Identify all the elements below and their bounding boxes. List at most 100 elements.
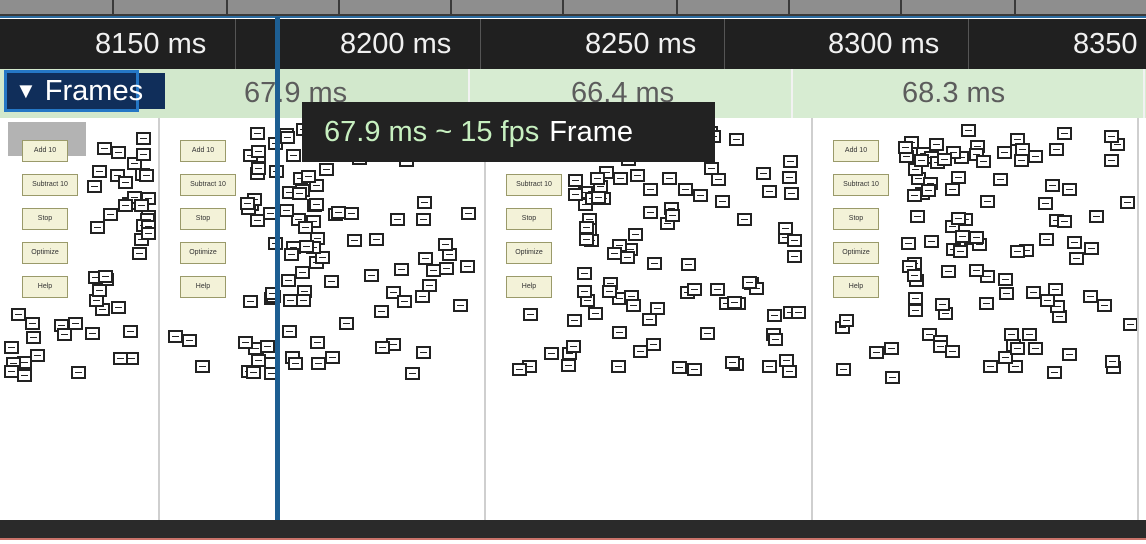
terminal-window-icon (85, 326, 101, 340)
terminal-window-icon (1061, 182, 1077, 196)
terminal-window-icon (309, 197, 325, 211)
terminal-window-icon (566, 313, 582, 327)
terminal-window-icon (111, 145, 127, 159)
terminal-window-icon (665, 208, 681, 222)
terminal-window-icon (914, 154, 930, 168)
terminal-window-icon (590, 190, 606, 204)
terminal-window-icon (416, 346, 432, 360)
terminal-window-icon (566, 340, 582, 354)
terminal-window-icon (122, 324, 138, 338)
terminal-window-icon (671, 361, 687, 375)
terminal-window-icon (1068, 251, 1084, 265)
terminal-window-icon (292, 186, 308, 200)
terminal-window-icon (324, 274, 340, 288)
terminal-window-icon (1010, 341, 1026, 355)
terminal-window-icon (898, 140, 914, 154)
triangle-down-icon: ▼ (15, 78, 37, 103)
terminal-window-icon (1025, 285, 1041, 299)
terminal-window-icon (907, 188, 923, 202)
frame-duration: 68.3 ms (902, 77, 1006, 109)
terminal-window-icon (681, 258, 697, 272)
bottom-scrollbar[interactable] (0, 520, 1146, 538)
ruler-tick (480, 19, 481, 69)
overview-segment (452, 0, 564, 14)
terminal-window-icon (282, 325, 298, 339)
terminal-window-icon (260, 340, 276, 354)
terminal-window-icon (983, 360, 999, 374)
terminal-window-icon (250, 353, 266, 367)
frame-thumbnail[interactable]: Add 10 Subtract 10 Stop Optimize Help (160, 118, 484, 520)
terminal-window-icon (790, 306, 806, 320)
terminal-window-icon (405, 366, 421, 380)
terminal-window-icon (1088, 210, 1104, 224)
overview-segment (1016, 0, 1146, 14)
terminal-window-icon (868, 345, 884, 359)
tooltip-duration-fps: 67.9 ms ~ 15 fps (324, 116, 540, 148)
ruler-tick (724, 19, 725, 69)
terminal-window-icon (643, 206, 659, 220)
terminal-window-icon (1082, 289, 1098, 303)
terminal-window-icon (181, 334, 197, 348)
thumbnail-button: Add 10 (180, 140, 226, 162)
terminal-window-icon (1049, 143, 1065, 157)
terminal-window-icon (118, 198, 134, 212)
terminal-window-icon (438, 238, 454, 252)
terminal-window-icon (567, 188, 583, 202)
ruler-tick-label: 8350 (1073, 28, 1138, 60)
terminal-window-icon (339, 316, 355, 330)
terminal-window-icon (884, 342, 900, 356)
ruler-tick (235, 19, 236, 69)
terminal-window-icon (87, 179, 103, 193)
terminal-window-icon (344, 207, 360, 221)
frame-thumbnail[interactable]: Add 10 Subtract 10 Stop Optimize Help (486, 118, 811, 520)
terminal-window-icon (908, 304, 924, 318)
terminal-window-icon (589, 171, 605, 185)
terminal-window-icon (1120, 195, 1136, 209)
terminal-window-icon (643, 183, 659, 197)
thumbnail-button: Subtract 10 (506, 174, 562, 196)
frame-bar[interactable]: 68.3 ms (793, 69, 1145, 118)
overview-segment (340, 0, 452, 14)
terminal-window-icon (613, 172, 629, 186)
terminal-window-icon (250, 126, 266, 140)
terminal-window-icon (1028, 342, 1044, 356)
ruler-tick (968, 19, 969, 69)
frame-thumbnail[interactable]: Add 10 Subtract 10 Stop Optimize Help (813, 118, 1146, 520)
thumbnail-button: Optimize (833, 242, 879, 264)
terminal-window-icon (975, 155, 991, 169)
terminal-window-icon (374, 305, 390, 319)
terminal-window-icon (131, 247, 147, 261)
terminal-window-icon (138, 168, 154, 182)
terminal-window-icon (295, 266, 311, 280)
terminal-window-icon (687, 282, 703, 296)
overview-segment (228, 0, 340, 14)
terminal-window-icon (710, 173, 726, 187)
terminal-window-icon (1056, 215, 1072, 229)
overview-strip[interactable] (0, 0, 1146, 18)
terminal-window-icon (935, 298, 951, 312)
playhead-marker[interactable] (275, 17, 280, 537)
frame-thumbnail[interactable]: Add 10 Subtract 10 Stop Optimize Help (0, 118, 158, 520)
terminal-window-icon (1004, 327, 1020, 341)
terminal-window-icon (393, 263, 409, 277)
frames-track-toggle[interactable]: ▼ Frames (4, 70, 143, 112)
terminal-window-icon (70, 365, 86, 379)
terminal-window-icon (941, 264, 957, 278)
terminal-window-icon (783, 186, 799, 200)
terminal-window-icon (1038, 232, 1054, 246)
terminal-window-icon (953, 245, 969, 259)
terminal-window-icon (568, 173, 584, 187)
terminal-window-icon (630, 169, 646, 183)
terminal-window-icon (786, 233, 802, 247)
terminal-window-icon (243, 294, 259, 308)
time-ruler[interactable]: 8150 ms 8200 ms 8250 ms 8300 ms 8350 (0, 19, 1146, 69)
terminal-window-icon (1104, 153, 1120, 167)
terminal-window-icon (704, 161, 720, 175)
terminal-window-icon (390, 212, 406, 226)
terminal-window-icon (113, 351, 129, 365)
terminal-window-icon (715, 194, 731, 208)
terminal-window-icon (839, 313, 855, 327)
terminal-window-icon (68, 317, 84, 331)
thumbnail-button: Subtract 10 (22, 174, 78, 196)
thumbnail-button: Stop (22, 208, 68, 230)
